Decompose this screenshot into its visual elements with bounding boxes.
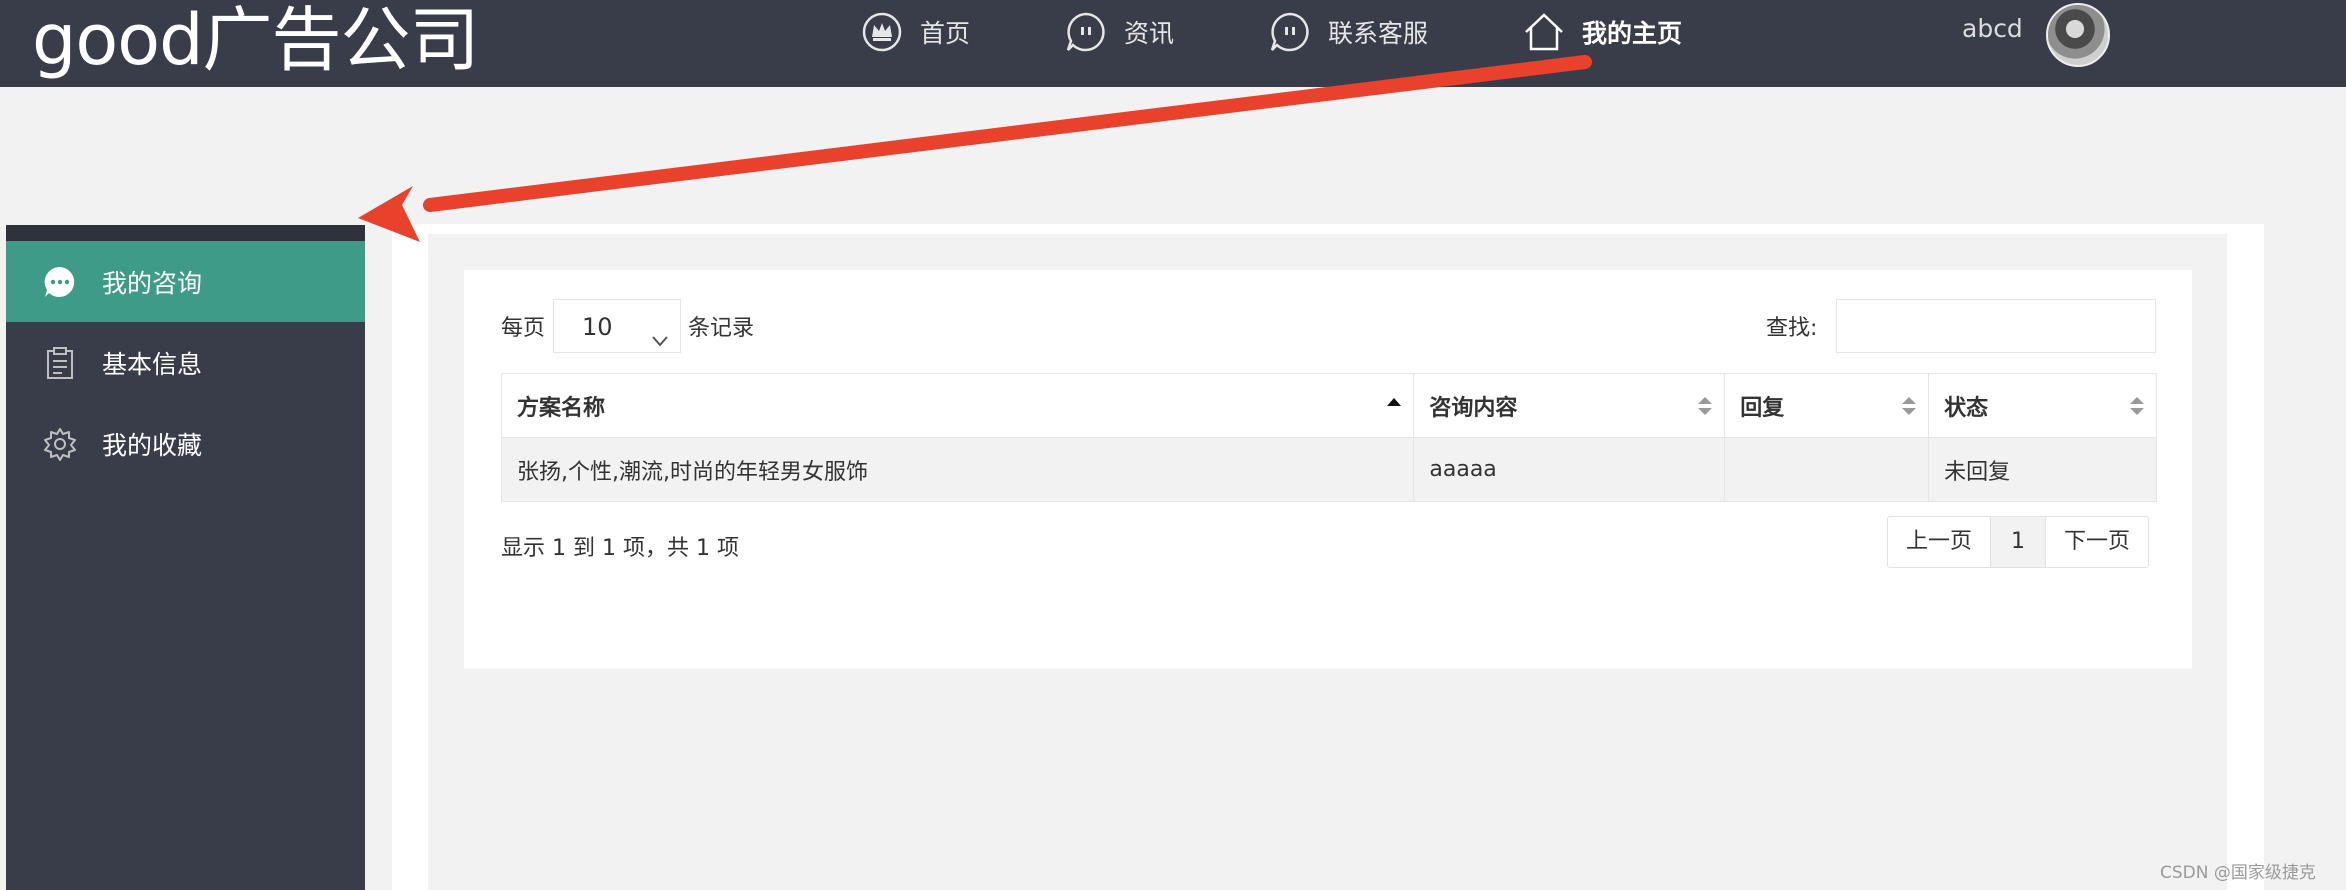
- gear-icon: [42, 426, 78, 462]
- sidebar-top-strip: [6, 225, 365, 241]
- nav-my-homepage-label: 我的主页: [1582, 19, 1683, 48]
- nav-news[interactable]: 资讯: [1064, 10, 1174, 54]
- column-header-label: 方案名称: [517, 395, 606, 421]
- sidebar-item-label: 我的收藏: [102, 430, 203, 460]
- next-page-button[interactable]: 下一页: [2046, 517, 2148, 567]
- watermark: CSDN @国家级捷克: [2160, 863, 2316, 883]
- column-header-label: 回复: [1740, 395, 1785, 421]
- home-icon: [1522, 10, 1566, 54]
- consultation-table: 方案名称 咨询内容 回复 状态 张扬,个性,潮流,时尚的年轻男女服饰 aaaaa…: [500, 373, 2157, 502]
- chat-dots-icon: [42, 264, 78, 300]
- column-header-consult-content[interactable]: 咨询内容: [1413, 373, 1726, 438]
- cell-reply: [1724, 437, 1930, 502]
- chat-bubble-icon: [1268, 10, 1312, 54]
- per-page-value: 10: [582, 313, 613, 341]
- brand-logo-text[interactable]: good广告公司: [32, 0, 480, 87]
- sidebar-item-my-consultations[interactable]: 我的咨询: [6, 241, 365, 322]
- cell-consult-content: aaaaa: [1413, 437, 1726, 502]
- sidebar-item-label: 我的咨询: [102, 268, 203, 298]
- search-label: 查找:: [1766, 316, 1818, 341]
- nav-contact-service[interactable]: 联系客服: [1268, 10, 1428, 54]
- chevron-down-icon: [650, 316, 670, 347]
- sidebar-item-basic-info[interactable]: 基本信息: [6, 322, 365, 403]
- table-header-row: 方案名称 咨询内容 回复 状态: [500, 373, 2157, 438]
- avatar[interactable]: [2046, 3, 2110, 67]
- column-header-plan-name[interactable]: 方案名称: [500, 373, 1415, 438]
- sort-icon: [1902, 394, 1917, 418]
- sidebar-item-label: 基本信息: [102, 349, 203, 379]
- table-row[interactable]: 张扬,个性,潮流,时尚的年轻男女服饰 aaaaa 未回复: [500, 437, 2157, 502]
- per-page-suffix: 条记录: [688, 316, 755, 341]
- sidebar: 我的咨询 基本信息 我的收藏: [6, 225, 365, 890]
- per-page-select[interactable]: 10: [553, 299, 681, 353]
- column-header-reply[interactable]: 回复: [1724, 373, 1930, 438]
- crown-icon: [860, 10, 904, 54]
- user-name[interactable]: abcd: [1962, 14, 2023, 43]
- clipboard-icon: [42, 345, 78, 381]
- sort-icon: [2130, 394, 2144, 418]
- page-number-button[interactable]: 1: [1990, 517, 2047, 567]
- table-summary: 显示 1 到 1 项，共 1 项: [501, 536, 739, 561]
- top-navbar: good广告公司 首页 资讯 联系客服 我的主页 abcd: [0, 0, 2346, 87]
- nav-news-label: 资讯: [1124, 19, 1175, 48]
- nav-home[interactable]: 首页: [860, 10, 970, 54]
- prev-page-button[interactable]: 上一页: [1888, 517, 1990, 567]
- sort-icon: [1698, 394, 1713, 418]
- chat-bubble-icon: [1064, 10, 1108, 54]
- per-page-prefix: 每页: [501, 316, 546, 341]
- cell-plan-name: 张扬,个性,潮流,时尚的年轻男女服饰: [500, 437, 1415, 502]
- cell-status: 未回复: [1928, 437, 2157, 502]
- nav-home-label: 首页: [920, 19, 971, 48]
- nav-contact-service-label: 联系客服: [1328, 19, 1429, 48]
- sort-asc-icon: [1387, 394, 1402, 418]
- pagination: 上一页 1 下一页: [1887, 516, 2150, 568]
- nav-my-homepage[interactable]: 我的主页: [1522, 10, 1682, 54]
- column-header-label: 咨询内容: [1429, 395, 1518, 421]
- sidebar-item-my-favorites[interactable]: 我的收藏: [6, 403, 365, 484]
- column-header-status[interactable]: 状态: [1928, 373, 2157, 438]
- search-input[interactable]: [1836, 299, 2156, 353]
- column-header-label: 状态: [1944, 395, 1989, 421]
